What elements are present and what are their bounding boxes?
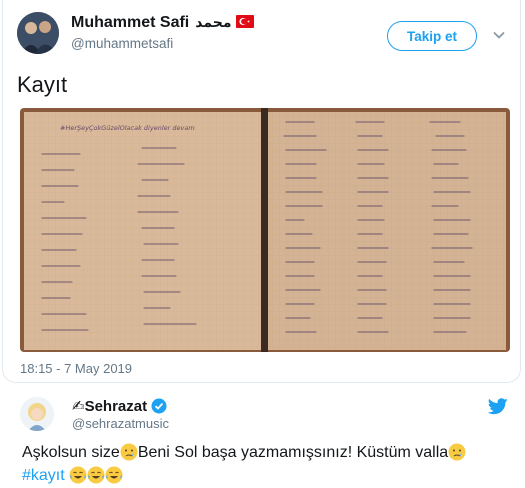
author-avatar[interactable] bbox=[17, 12, 59, 54]
tweet-timestamp[interactable]: 18:15 - 7 May 2019 bbox=[20, 361, 132, 376]
tweet-photo[interactable]: #HerŞeyÇokGüzelOlacak diyenler devam bbox=[20, 108, 510, 352]
reply-text-part1: Aşkolsun size bbox=[22, 444, 120, 461]
reply-text-part2: Beni Sol başa yazmamışsınız! Küstüm vall… bbox=[137, 444, 449, 461]
tears-of-joy-icon bbox=[69, 466, 87, 484]
tweet-text: Kayıt bbox=[17, 72, 68, 97]
tweet-card: Muhammet Safi محمد @muhammetsafi Takip et… bbox=[2, 0, 521, 383]
author-arabic-name: محمد bbox=[195, 15, 232, 31]
reply-author-display-name: ✍Sehrazat bbox=[72, 398, 148, 415]
tears-of-joy-icon bbox=[87, 466, 105, 484]
author-display-name: Muhammet Safi bbox=[71, 14, 190, 31]
hashtag-link[interactable]: #kayıt bbox=[22, 467, 65, 484]
turkey-flag-icon bbox=[236, 15, 255, 28]
reply-author-avatar[interactable] bbox=[20, 397, 54, 431]
verified-badge-icon bbox=[151, 398, 167, 414]
reply-text: Aşkolsun size Beni Sol başa yazmamışsınız… bbox=[22, 441, 512, 487]
reply-author-name[interactable]: ✍Sehrazat bbox=[72, 397, 167, 415]
reply-author-handle[interactable]: @sehrazatmusic bbox=[72, 416, 169, 431]
crying-face-icon bbox=[448, 443, 466, 461]
author-name[interactable]: Muhammet Safi محمد bbox=[71, 14, 255, 32]
chevron-down-icon[interactable] bbox=[492, 28, 506, 42]
twitter-bird-icon[interactable] bbox=[488, 398, 508, 415]
tears-of-joy-icon bbox=[105, 466, 123, 484]
photo-heading: #HerŞeyÇokGüzelOlacak diyenler devam bbox=[60, 124, 195, 132]
reply-tweet: ✍Sehrazat @sehrazatmusic Aşkolsun size Be… bbox=[0, 383, 521, 488]
author-handle[interactable]: @muhammetsafi bbox=[71, 36, 173, 51]
follow-button[interactable]: Takip et bbox=[387, 21, 477, 51]
crying-face-icon bbox=[120, 443, 138, 461]
